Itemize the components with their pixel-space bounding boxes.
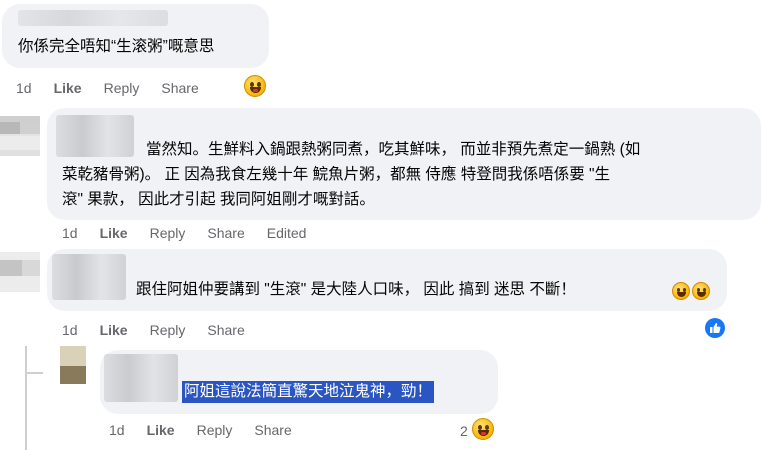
- like-link[interactable]: Like: [100, 225, 128, 241]
- like-thumb-icon[interactable]: [705, 318, 725, 338]
- reply-link[interactable]: Reply: [197, 422, 233, 438]
- laughing-emoji-icon[interactable]: [472, 418, 494, 440]
- reply-link[interactable]: Reply: [150, 225, 186, 241]
- like-link[interactable]: Like: [54, 80, 82, 96]
- comment-actions: 1d Like Reply Share Edited: [62, 223, 328, 243]
- comment-actions: 1d Like Reply Share: [109, 420, 314, 440]
- laughing-emoji-icon[interactable]: [244, 75, 266, 97]
- edited-label: Edited: [266, 225, 307, 241]
- comment-actions: 1d Like Reply Share: [16, 78, 221, 98]
- author-name-blurred: [18, 10, 168, 26]
- comment-text-selected: 阿姐這說法簡直驚天地泣鬼神，勁！: [182, 381, 435, 403]
- reaction-count[interactable]: 2: [460, 421, 468, 441]
- share-link[interactable]: Share: [161, 80, 198, 96]
- reply-link[interactable]: Reply: [150, 322, 186, 338]
- author-name-blurred: [52, 254, 126, 300]
- author-name-blurred: [56, 115, 134, 157]
- like-link[interactable]: Like: [100, 322, 128, 338]
- share-link[interactable]: Share: [254, 422, 291, 438]
- avatar[interactable]: [60, 346, 86, 384]
- thread-line: [25, 346, 27, 450]
- timestamp[interactable]: 1d: [62, 225, 78, 241]
- laughing-emoji-icon: [692, 282, 710, 300]
- timestamp[interactable]: 1d: [16, 80, 32, 96]
- like-link[interactable]: Like: [147, 422, 175, 438]
- comment-actions: 1d Like Reply Share: [62, 320, 267, 340]
- avatar[interactable]: [0, 252, 40, 292]
- comment-text: 你係完全唔知“生滚粥”嘅意思: [18, 38, 215, 55]
- share-link[interactable]: Share: [207, 322, 244, 338]
- comment-text-line-2: 菜乾豬骨粥)。 正 因為我食左幾十年 鯇魚片粥，都無 侍應 特登問我係唔係要 "…: [62, 166, 611, 183]
- comment-text: 跟住阿姐仲要講到 "生滾" 是大陸人口味， 因此 搞到 迷思 不斷！: [136, 281, 576, 298]
- share-link[interactable]: Share: [207, 225, 244, 241]
- comment-text-line-1: 當然知。生鮮料入鍋跟熱粥同煮，吃其鮮味， 而並非預先煮定一鍋熟 (如: [146, 141, 641, 158]
- laughing-emoji-icon: [672, 282, 690, 300]
- comment-text-line-3: 滾" 果款， 因此才引起 我同阿姐剛才嘅對話。: [62, 191, 375, 208]
- timestamp[interactable]: 1d: [109, 422, 125, 438]
- timestamp[interactable]: 1d: [62, 322, 78, 338]
- avatar[interactable]: [0, 116, 40, 156]
- thread-line-branch: [25, 372, 43, 374]
- author-name-blurred: [104, 354, 178, 402]
- reply-link[interactable]: Reply: [104, 80, 140, 96]
